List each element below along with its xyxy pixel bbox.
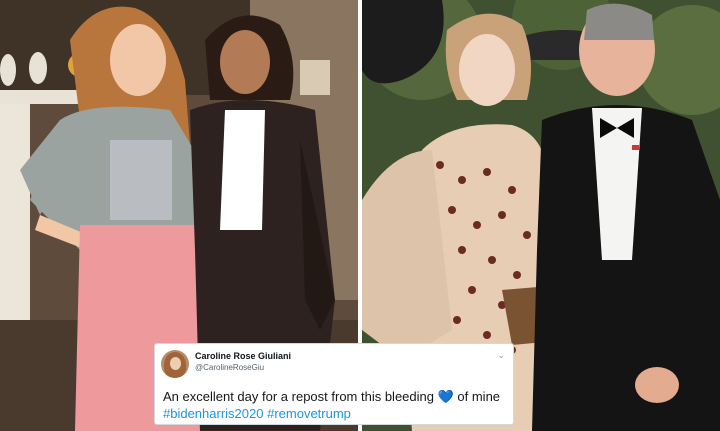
display-name[interactable]: Caroline Rose Giuliani xyxy=(195,351,291,361)
hashtag-removetrump[interactable]: #removetrump xyxy=(267,406,351,421)
tweet-text-part-2: of mine xyxy=(453,389,501,404)
avatar-face xyxy=(170,357,181,370)
avatar[interactable] xyxy=(161,350,189,378)
tweet-text-part-1: An excellent day for a repost from this … xyxy=(163,389,438,404)
user-handle[interactable]: @CarolineRoseGiu xyxy=(195,363,264,372)
tweet-text: An excellent day for a repost from this … xyxy=(163,388,509,422)
blue-heart-icon: 💙 xyxy=(437,389,454,404)
hashtag-bidenharris2020[interactable]: #bidenharris2020 xyxy=(163,406,263,421)
chevron-down-icon[interactable]: ⌄ xyxy=(497,350,505,361)
tweet-card[interactable]: Caroline Rose Giuliani @CarolineRoseGiu … xyxy=(154,343,514,425)
